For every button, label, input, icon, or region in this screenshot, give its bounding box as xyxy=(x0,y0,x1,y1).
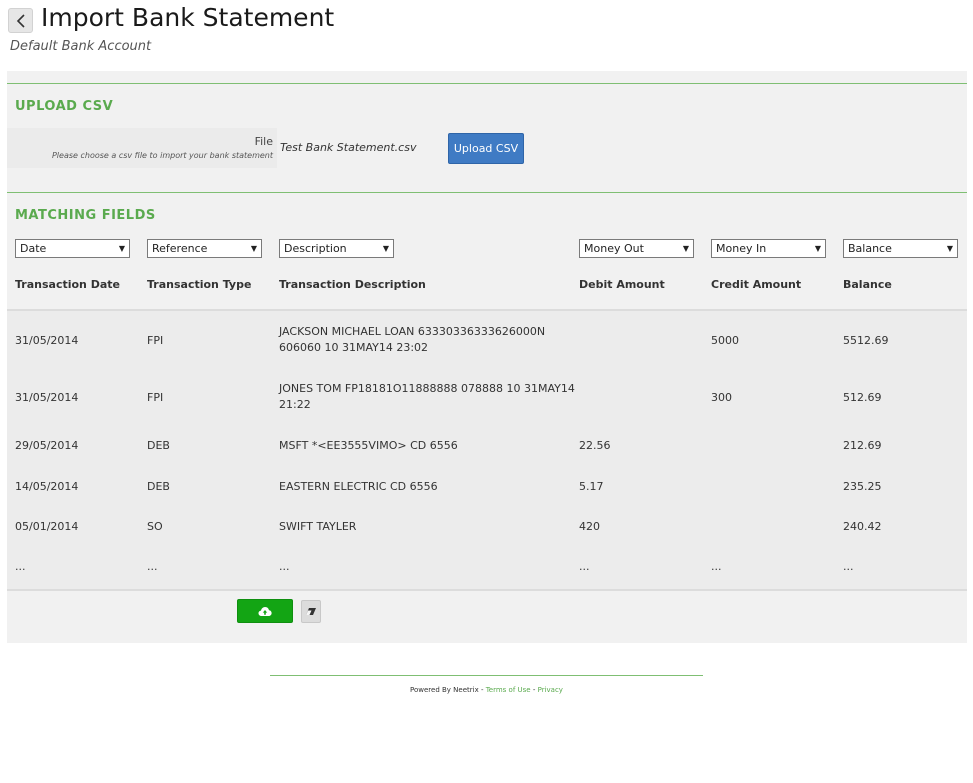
footer-divider xyxy=(270,675,703,676)
cell-balance: 5512.69 xyxy=(843,334,889,347)
select-value: Money Out xyxy=(584,242,644,255)
cell-balance: 512.69 xyxy=(843,391,882,404)
upload-section-title: UPLOAD CSV xyxy=(15,99,114,114)
cell-date: 31/05/2014 xyxy=(15,391,79,404)
caret-down-icon: ▼ xyxy=(946,244,953,253)
cell-type: DEB xyxy=(147,480,170,493)
cloud-upload-icon xyxy=(258,606,272,616)
file-input[interactable]: Test Bank Statement.csv xyxy=(280,141,416,154)
cell-balance: 240.42 xyxy=(843,520,882,533)
col-header-debit: Debit Amount xyxy=(579,278,665,291)
cell-description: JACKSON MICHAEL LOAN 63330336333626000N … xyxy=(279,324,545,356)
col-header-balance: Balance xyxy=(843,278,892,291)
col-header-description: Transaction Description xyxy=(279,278,426,291)
select-value: Balance xyxy=(848,242,892,255)
col-header-type: Transaction Type xyxy=(147,278,252,291)
caret-down-icon: ▼ xyxy=(382,244,389,253)
col-header-credit: Credit Amount xyxy=(711,278,802,291)
cell-description-line: JONES TOM FP18181O11888888 078888 10 31M… xyxy=(279,382,575,395)
file-help-text: Please choose a csv file to import your … xyxy=(51,151,273,160)
caret-down-icon: ▼ xyxy=(250,244,257,253)
page-footer: Powered By Neetrix - Terms of Use - Priv… xyxy=(270,686,703,694)
cell-description-line: 21:22 xyxy=(279,398,311,411)
upload-csv-button[interactable]: Upload CSV xyxy=(448,133,524,164)
cell-date: 29/05/2014 xyxy=(15,439,79,452)
section-divider xyxy=(7,83,967,84)
cell-type: FPI xyxy=(147,334,164,347)
cell-credit: 5000 xyxy=(711,334,739,347)
cell-balance: 235.25 xyxy=(843,480,882,493)
select-money-in[interactable]: Money In ▼ xyxy=(711,239,826,258)
select-money-out[interactable]: Money Out ▼ xyxy=(579,239,694,258)
cell-description: ... xyxy=(279,560,290,573)
clear-button[interactable] xyxy=(301,600,321,623)
cell-balance: 212.69 xyxy=(843,439,882,452)
cell-description-line: 606060 10 31MAY14 23:02 xyxy=(279,341,429,354)
section-divider xyxy=(7,192,967,193)
transactions-table: 31/05/2014 FPI JACKSON MICHAEL LOAN 6333… xyxy=(7,311,967,589)
caret-down-icon: ▼ xyxy=(118,244,125,253)
file-label: File xyxy=(254,135,273,148)
back-button[interactable] xyxy=(8,8,33,33)
cell-debit: 5.17 xyxy=(579,480,604,493)
terms-link[interactable]: Terms of Use xyxy=(486,686,531,694)
cell-description: EASTERN ELECTRIC CD 6556 xyxy=(279,480,438,493)
footer-separator: - xyxy=(532,686,536,694)
cell-type: ... xyxy=(147,560,158,573)
select-value: Description xyxy=(284,242,347,255)
cell-description: MSFT *<EE3555VIMO> CD 6556 xyxy=(279,439,458,452)
cell-type: SO xyxy=(147,520,163,533)
select-balance[interactable]: Balance ▼ xyxy=(843,239,958,258)
page-title: Import Bank Statement xyxy=(41,3,335,32)
cell-date: ... xyxy=(15,560,26,573)
select-reference[interactable]: Reference ▼ xyxy=(147,239,262,258)
privacy-link[interactable]: Privacy xyxy=(538,686,563,694)
caret-down-icon: ▼ xyxy=(814,244,821,253)
eraser-icon xyxy=(306,607,316,615)
cell-date: 31/05/2014 xyxy=(15,334,79,347)
select-value: Date xyxy=(20,242,47,255)
chevron-left-icon xyxy=(16,13,25,28)
select-value: Reference xyxy=(152,242,208,255)
page-subtitle: Default Bank Account xyxy=(10,39,152,54)
col-header-date: Transaction Date xyxy=(15,278,120,291)
table-footer-divider xyxy=(7,589,967,591)
cell-description-line: JACKSON MICHAEL LOAN 63330336333626000N xyxy=(279,325,546,338)
powered-by-text: Powered By Neetrix - xyxy=(410,686,484,694)
select-value: Money In xyxy=(716,242,767,255)
cell-type: DEB xyxy=(147,439,170,452)
cell-balance: ... xyxy=(843,560,854,573)
import-button[interactable] xyxy=(237,599,293,623)
select-description[interactable]: Description ▼ xyxy=(279,239,394,258)
matching-section-title: MATCHING FIELDS xyxy=(15,208,156,223)
import-panel: UPLOAD CSV File Please choose a csv file… xyxy=(7,71,967,643)
cell-credit: ... xyxy=(711,560,722,573)
cell-description: JONES TOM FP18181O11888888 078888 10 31M… xyxy=(279,381,575,413)
cell-debit: 22.56 xyxy=(579,439,611,452)
cell-date: 05/01/2014 xyxy=(15,520,79,533)
caret-down-icon: ▼ xyxy=(682,244,689,253)
file-label-box: File Please choose a csv file to import … xyxy=(7,128,277,168)
cell-debit: ... xyxy=(579,560,590,573)
cell-description: SWIFT TAYLER xyxy=(279,520,357,533)
cell-debit: 420 xyxy=(579,520,600,533)
cell-type: FPI xyxy=(147,391,164,404)
cell-credit: 300 xyxy=(711,391,732,404)
cell-date: 14/05/2014 xyxy=(15,480,79,493)
select-date[interactable]: Date ▼ xyxy=(15,239,130,258)
